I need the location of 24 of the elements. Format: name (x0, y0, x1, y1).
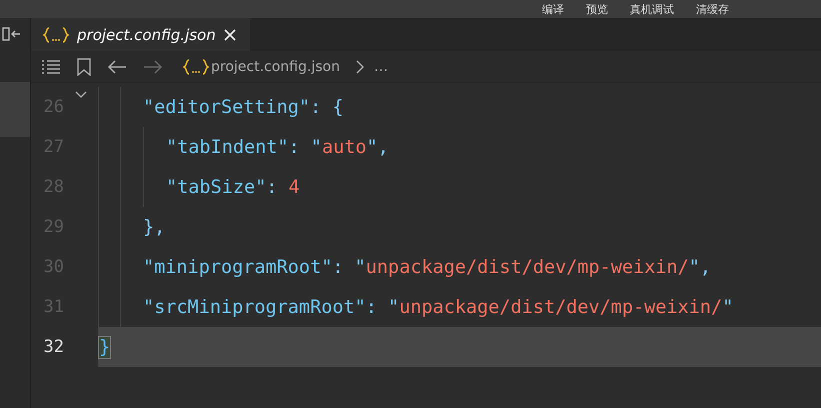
file-tab[interactable]: project.config.json (31, 18, 250, 51)
breadcrumb-item[interactable]: … (374, 58, 388, 74)
menu-item[interactable]: 编译 (542, 2, 564, 16)
bookmark-icon[interactable] (77, 58, 91, 76)
fold-chevron-icon[interactable] (75, 91, 87, 99)
forward-arrow-icon[interactable] (143, 58, 163, 74)
code-line: "srcMiniprogramRoot": "unpackage/dist/dev/mp-weixin/" (143, 296, 734, 318)
back-arrow-icon[interactable] (107, 58, 127, 74)
line-number: 32 (42, 337, 64, 357)
code-line: "editorSetting": { (143, 96, 344, 118)
code-line: }, (143, 216, 166, 238)
json-file-icon (43, 26, 69, 42)
code-line: "miniprogramRoot": "unpackage/dist/dev/mp-weixin/", (143, 256, 712, 278)
collapse-sidebar-icon[interactable] (2, 27, 22, 41)
chevron-right-icon (356, 60, 364, 74)
code-line: "tabIndent": "auto", (166, 136, 389, 158)
list-icon[interactable] (41, 60, 61, 74)
menu-item[interactable]: 真机调试 (630, 2, 674, 16)
menu-item[interactable]: 清缓存 (696, 2, 729, 16)
code-line: "tabSize": 4 (166, 176, 300, 198)
json-file-icon (183, 58, 209, 74)
breadcrumb-item[interactable]: project.config.json (211, 58, 340, 74)
close-icon[interactable] (224, 28, 236, 40)
menu-item[interactable]: 预览 (586, 2, 608, 16)
